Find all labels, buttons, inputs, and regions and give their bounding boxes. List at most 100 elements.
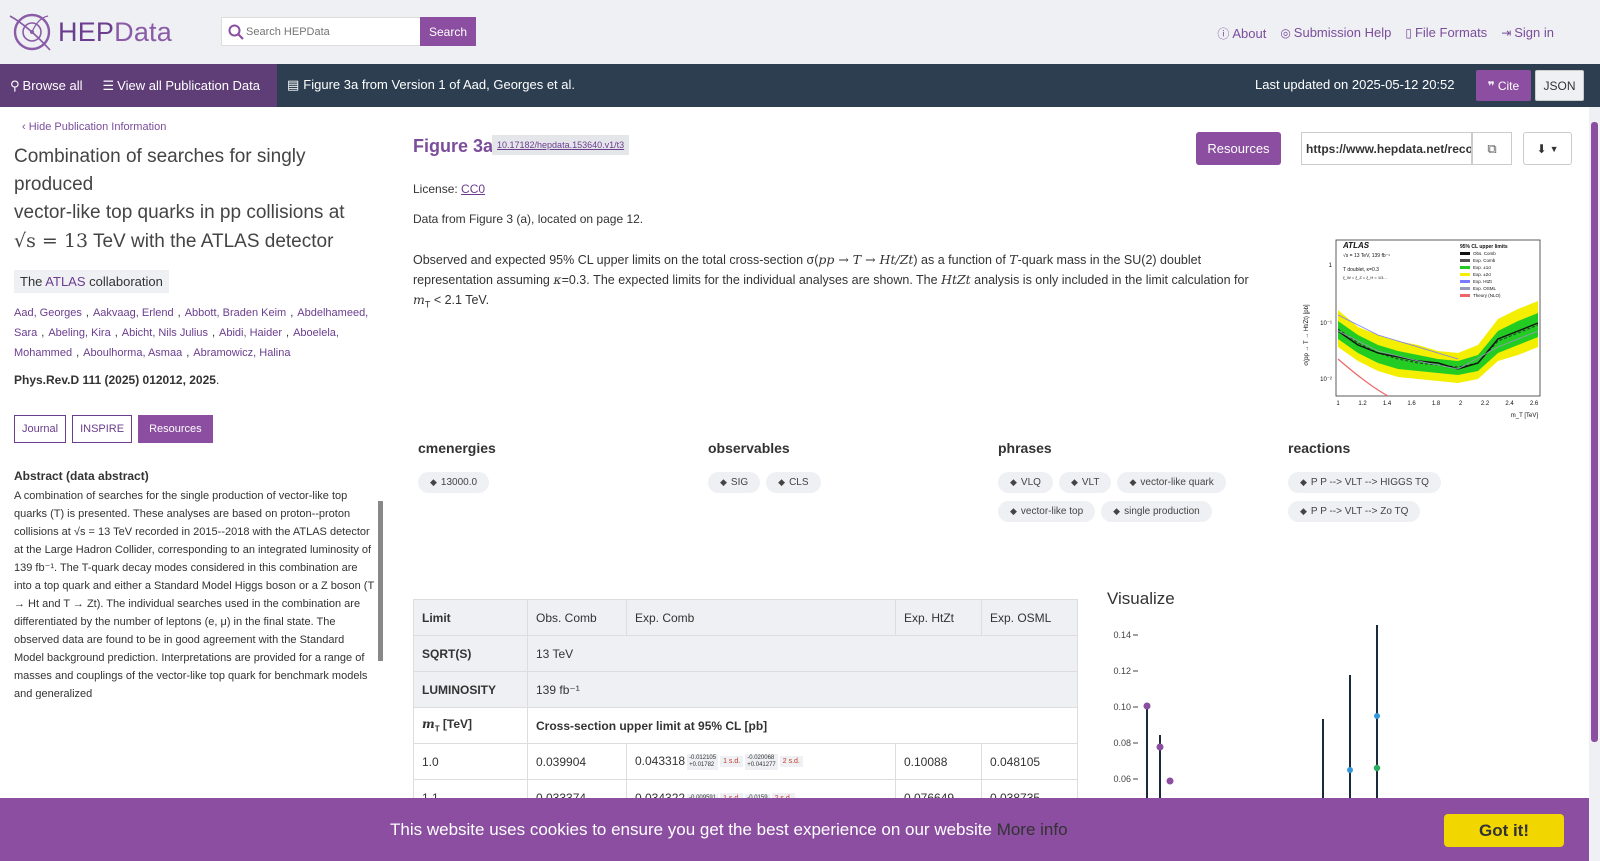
tag-icon: ◆ xyxy=(1113,506,1121,516)
author-link[interactable]: Aad, Georges xyxy=(14,307,82,319)
viz-point xyxy=(1143,702,1151,710)
viz-ytick: 0.10 xyxy=(1113,702,1131,712)
keyword-tag[interactable]: ◆ P P --> VLT --> HIGGS TQ xyxy=(1288,472,1441,493)
author-link[interactable]: Abeling, Kira xyxy=(48,327,110,339)
cookie-accept-button[interactable]: Got it! xyxy=(1444,814,1564,847)
title-line-2: vector-like top quarks in pp collisions … xyxy=(14,202,345,223)
file-formats-link[interactable]: ▯ File Formats xyxy=(1405,25,1487,42)
figure-thumbnail[interactable]: ATLAS √s = 13 TeV, 139 fb⁻¹ T doublet, κ… xyxy=(1298,235,1550,425)
keyword-tags: ◆ 13000.0 xyxy=(418,472,688,493)
browse-all-link[interactable]: ⚲ Browse all xyxy=(0,78,93,94)
keyword-tag[interactable]: ◆ vector-like quark xyxy=(1117,472,1226,493)
keyword-tag[interactable]: ◆ VLT xyxy=(1058,472,1112,493)
view-all-data-link[interactable]: ☰ View all Publication Data xyxy=(93,78,271,94)
cell-exp: 0.043318 -0.012105 +0.01782 1 s.d.-0.020068… xyxy=(626,743,896,780)
keyword-tag[interactable]: ◆ VLQ xyxy=(998,472,1053,493)
page-scrollbar-thumb[interactable] xyxy=(1591,122,1598,742)
license-link[interactable]: CC0 xyxy=(461,182,485,196)
tag-icon: ◆ xyxy=(1300,477,1307,487)
breadcrumb: ▤ Figure 3a from Version 1 of Aad, George… xyxy=(287,77,576,92)
visualize-plot[interactable]: 0.14 0.12 0.10 0.08 0.06 xyxy=(1107,625,1547,805)
viz-ytick: 0.14 xyxy=(1113,630,1131,640)
keyword-tags: ◆ P P --> VLT --> HIGGS TQ ◆ P P --> VLT --… xyxy=(1288,472,1558,522)
journal-button[interactable]: Journal xyxy=(14,415,67,443)
thumb-xlabel: m_T [TeV] xyxy=(1511,413,1539,419)
abstract-text[interactable]: A combination of searches for the single… xyxy=(14,487,376,699)
about-link[interactable]: ⓘ About xyxy=(1217,25,1266,42)
viz-point xyxy=(1373,764,1381,772)
thumb-ytick: 10⁻² xyxy=(1320,377,1332,383)
doi-link[interactable]: 10.17182/hepdata.153640.v1/t3 xyxy=(492,135,630,155)
author-link[interactable]: Abbott, Braden Keim xyxy=(185,307,287,319)
sqrts-value: 13 TeV xyxy=(527,635,1078,672)
cite-button[interactable]: ❞ Cite xyxy=(1476,70,1531,101)
submission-help-link[interactable]: ◎ Submission Help xyxy=(1280,25,1391,42)
title-math: √s = 13 xyxy=(14,230,89,252)
download-dropdown-button[interactable]: ⬇ ▼ xyxy=(1523,132,1572,165)
keyword-tag-label: SIG xyxy=(730,477,749,488)
title-rest: TeV with the ATLAS detector xyxy=(88,231,334,252)
author-link[interactable]: Abidi, Haider xyxy=(219,327,282,339)
table-resources-button[interactable]: Resources xyxy=(1196,132,1281,165)
figure-title: Figure 3a xyxy=(413,136,494,156)
keyword-tag-label: VLT xyxy=(1081,477,1100,488)
cookie-more-info-link[interactable]: More info xyxy=(997,820,1068,839)
viz-ytick: 0.12 xyxy=(1113,666,1131,676)
qualifier-row-lumi: LUMINOSITY 139 fb⁻¹ xyxy=(413,671,1078,708)
author-link[interactable]: Aakvaag, Erlend xyxy=(93,307,174,319)
inspire-button[interactable]: INSPIRE xyxy=(72,415,133,443)
sqrts-label: SQRT(S) xyxy=(413,635,528,672)
keyword-tag[interactable]: ◆ single production xyxy=(1101,501,1212,522)
cookie-text: This website uses cookies to ensure you … xyxy=(390,820,1068,839)
abstract-scrollbar[interactable] xyxy=(378,501,383,661)
collab-link[interactable]: ATLAS xyxy=(45,274,85,289)
author-separator: , xyxy=(85,307,89,319)
search-button[interactable]: Search xyxy=(420,17,476,46)
file-icon: ▯ xyxy=(1405,26,1412,40)
hide-publication-link[interactable]: ‹ Hide Publication Information xyxy=(22,121,166,133)
author-link[interactable]: Abicht, Nils Julius xyxy=(122,327,208,339)
thumb-xtick: 1.2 xyxy=(1358,401,1367,407)
hepdata-logo[interactable]: HEPData xyxy=(8,10,172,54)
sign-in-link[interactable]: ⇥ Sign in xyxy=(1501,25,1554,42)
copy-url-button[interactable]: ⧉ xyxy=(1472,132,1512,165)
tag-icon: ◆ xyxy=(720,477,727,487)
header-obs-comb[interactable]: Obs. Comb xyxy=(527,599,627,636)
author-separator: , xyxy=(211,327,216,339)
cell-osml: 0.048105 xyxy=(981,743,1078,780)
header-exp-htzt[interactable]: Exp. HtZt xyxy=(895,599,982,636)
viz-point xyxy=(1347,767,1353,773)
keyword-tag[interactable]: ◆ CLS xyxy=(766,472,821,493)
cell-obs: 0.039904 xyxy=(527,743,627,780)
json-button[interactable]: JSON xyxy=(1535,70,1584,101)
header-exp-comb[interactable]: Exp. Comb xyxy=(626,599,896,636)
keyword-tag[interactable]: ◆ 13000.0 xyxy=(418,472,490,493)
thumb-xtick: 1.8 xyxy=(1432,401,1441,407)
keyword-tag[interactable]: ◆ vector-like top xyxy=(998,501,1096,522)
cell-x: 1.0 xyxy=(413,743,528,780)
keyword-tag-label: P P --> VLT --> HIGGS TQ xyxy=(1310,477,1429,488)
thumb-legend-entry: Obs. Comb xyxy=(1473,251,1496,256)
err-2sd: -0.020068 +0.041277 xyxy=(745,753,778,770)
table-row: 1.0 0.039904 0.043318 -0.012105 +0.01782 1 s.… xyxy=(413,743,1078,780)
author-link[interactable]: Aboulhorma, Asmaa xyxy=(83,347,182,359)
tag-icon: ◆ xyxy=(1129,477,1137,487)
publication-panel: ‹ Hide Publication Information Combinati… xyxy=(14,118,384,699)
keyword-tag[interactable]: ◆ P P --> VLT --> Zo TQ xyxy=(1288,501,1421,522)
sd-1-label: 1 s.d. xyxy=(720,756,744,767)
publication-resources-button[interactable]: Resources xyxy=(138,415,213,443)
author-link[interactable]: Abramowicz, Halina xyxy=(193,347,290,359)
table-description: Observed and expected 95% CL upper limit… xyxy=(413,252,1249,310)
search-box xyxy=(221,17,420,46)
tag-icon: ◆ xyxy=(1300,506,1307,516)
keyword-heading: reactions xyxy=(1288,440,1351,456)
header-exp-osml[interactable]: Exp. OSML xyxy=(981,599,1078,636)
search-input[interactable] xyxy=(246,25,416,38)
author-list: Aad, Georges, Aakvaag, Erlend, Abbott, Bra… xyxy=(14,303,384,363)
tag-icon: ◆ xyxy=(1010,477,1017,487)
record-url-field[interactable]: https://www.hepdata.net/record/ins280312… xyxy=(1301,132,1472,165)
keyword-tag[interactable]: ◆ SIG xyxy=(708,472,761,493)
publication-buttons: Journal INSPIRE Resources xyxy=(14,415,384,443)
thumb-atlas-label: ATLAS xyxy=(1342,241,1370,250)
visualize-title: Visualize xyxy=(1107,589,1175,608)
